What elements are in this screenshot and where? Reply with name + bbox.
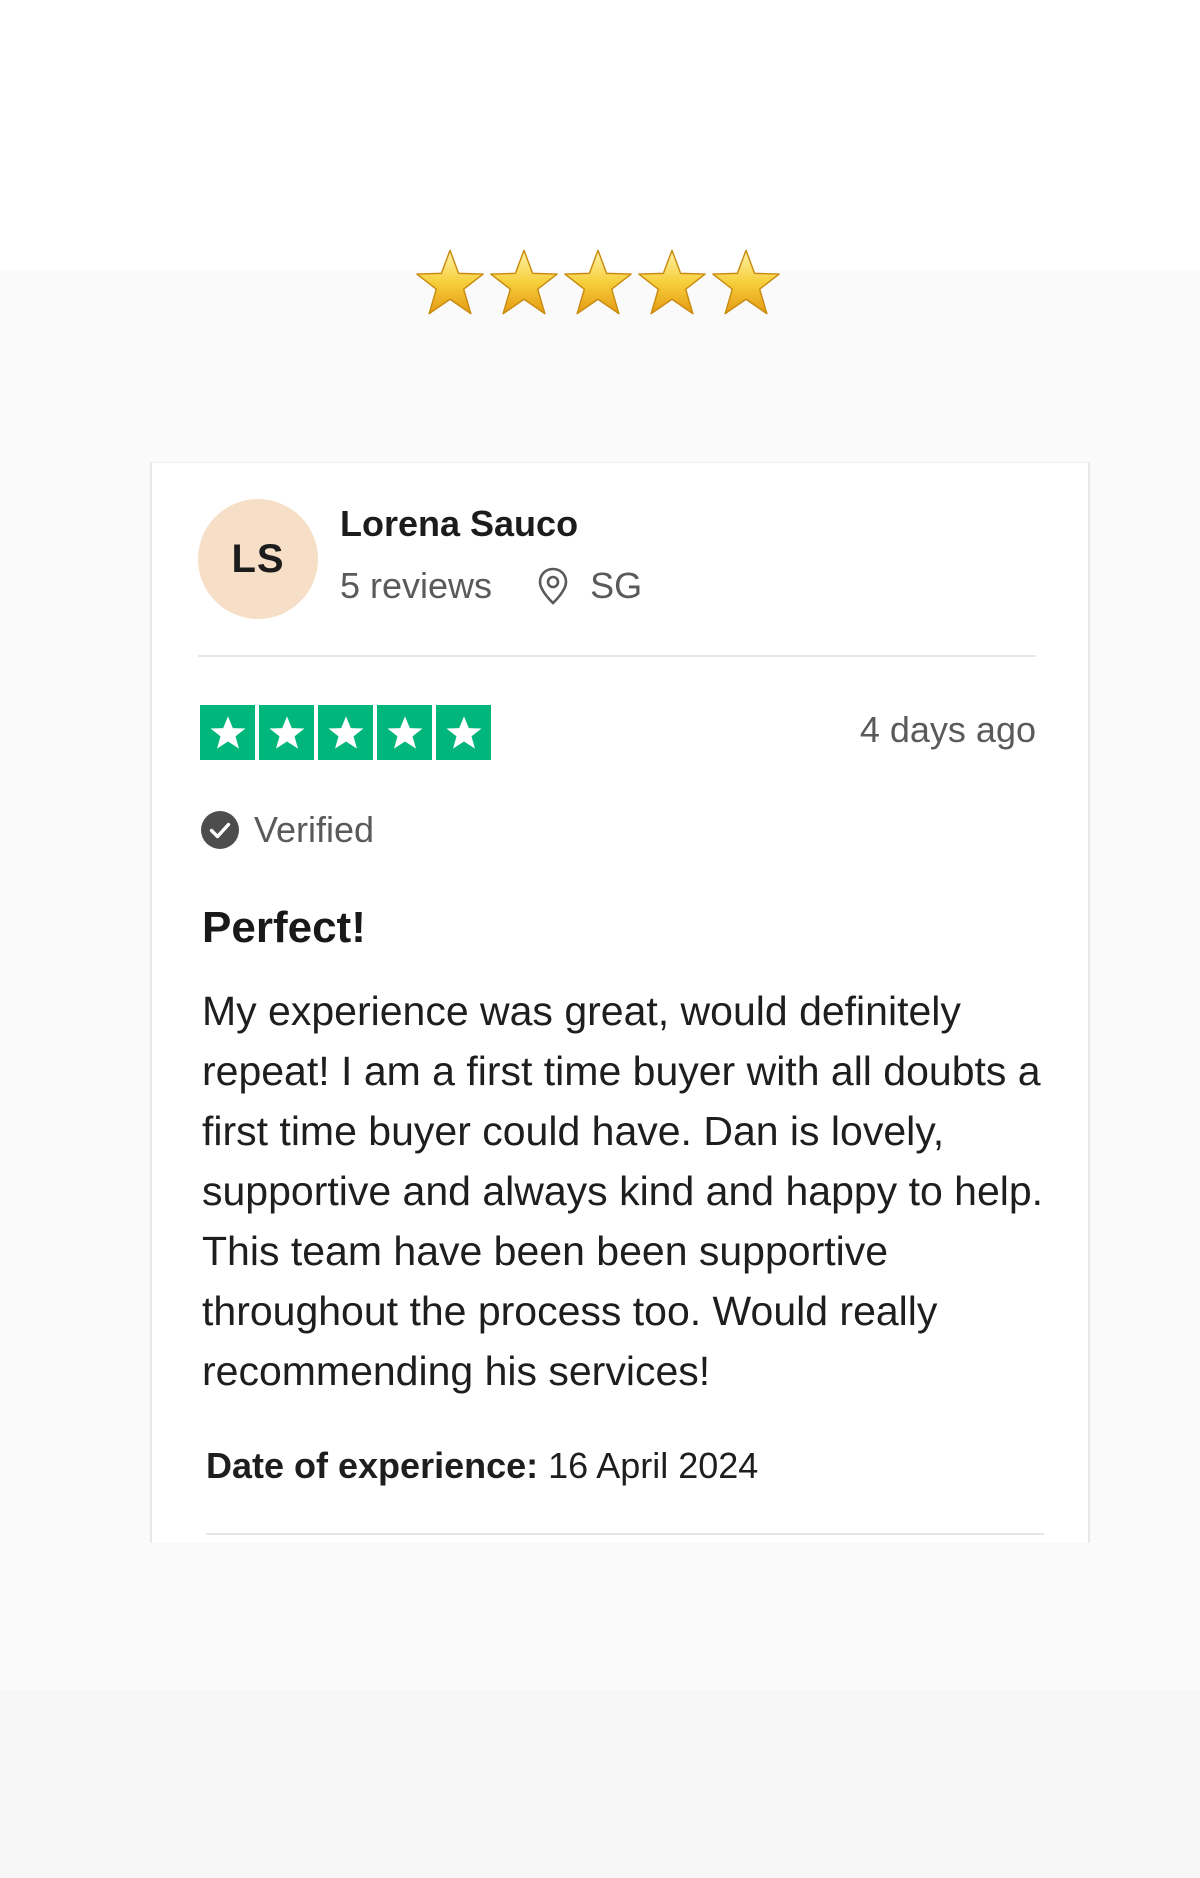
star-icon: [490, 249, 558, 315]
avatar: LS: [198, 499, 318, 619]
star-icon: [416, 249, 484, 315]
star-icon: [387, 715, 422, 749]
check-circle-icon: [201, 811, 239, 849]
review-title[interactable]: Perfect!: [202, 903, 366, 953]
rating-star: [200, 705, 255, 760]
star-icon: [269, 715, 304, 749]
page-bottom-background: [0, 1690, 1200, 1878]
reviewer-name[interactable]: Lorena Sauco: [340, 503, 578, 545]
star-icon: [446, 715, 481, 749]
star-icon: [638, 249, 706, 315]
star-icon: [328, 715, 363, 749]
page-top-background: [0, 0, 1200, 270]
reviewer-location: SG: [590, 565, 643, 606]
star-icon: [210, 715, 245, 749]
verified-badge[interactable]: Verified: [200, 809, 374, 851]
star-rating: [200, 705, 491, 760]
verified-label: Verified: [254, 809, 375, 850]
review-date: 4 days ago: [859, 709, 1036, 750]
experience-label: Date of experience:: [206, 1445, 539, 1486]
divider: [198, 655, 1036, 657]
divider: [206, 1533, 1044, 1535]
star-icon: [712, 249, 780, 315]
rating-star: [377, 705, 432, 760]
location-pin-icon: [538, 567, 568, 605]
rating-star: [436, 705, 491, 760]
review-card: LS Lorena Sauco 5 reviews SG 4 days ago …: [150, 462, 1090, 1543]
rating-star: [259, 705, 314, 760]
experience-date: 16 April 2024: [548, 1445, 759, 1486]
date-of-experience: Date of experience: 16 April 2024: [206, 1445, 758, 1487]
reviewer-meta: 5 reviews SG: [340, 565, 642, 607]
review-body: My experience was great, would definitel…: [202, 988, 1044, 1394]
review-count: 5 reviews: [340, 565, 493, 606]
emoji-star-rating: [414, 246, 786, 322]
star-icon: [564, 249, 632, 315]
rating-star: [318, 705, 373, 760]
